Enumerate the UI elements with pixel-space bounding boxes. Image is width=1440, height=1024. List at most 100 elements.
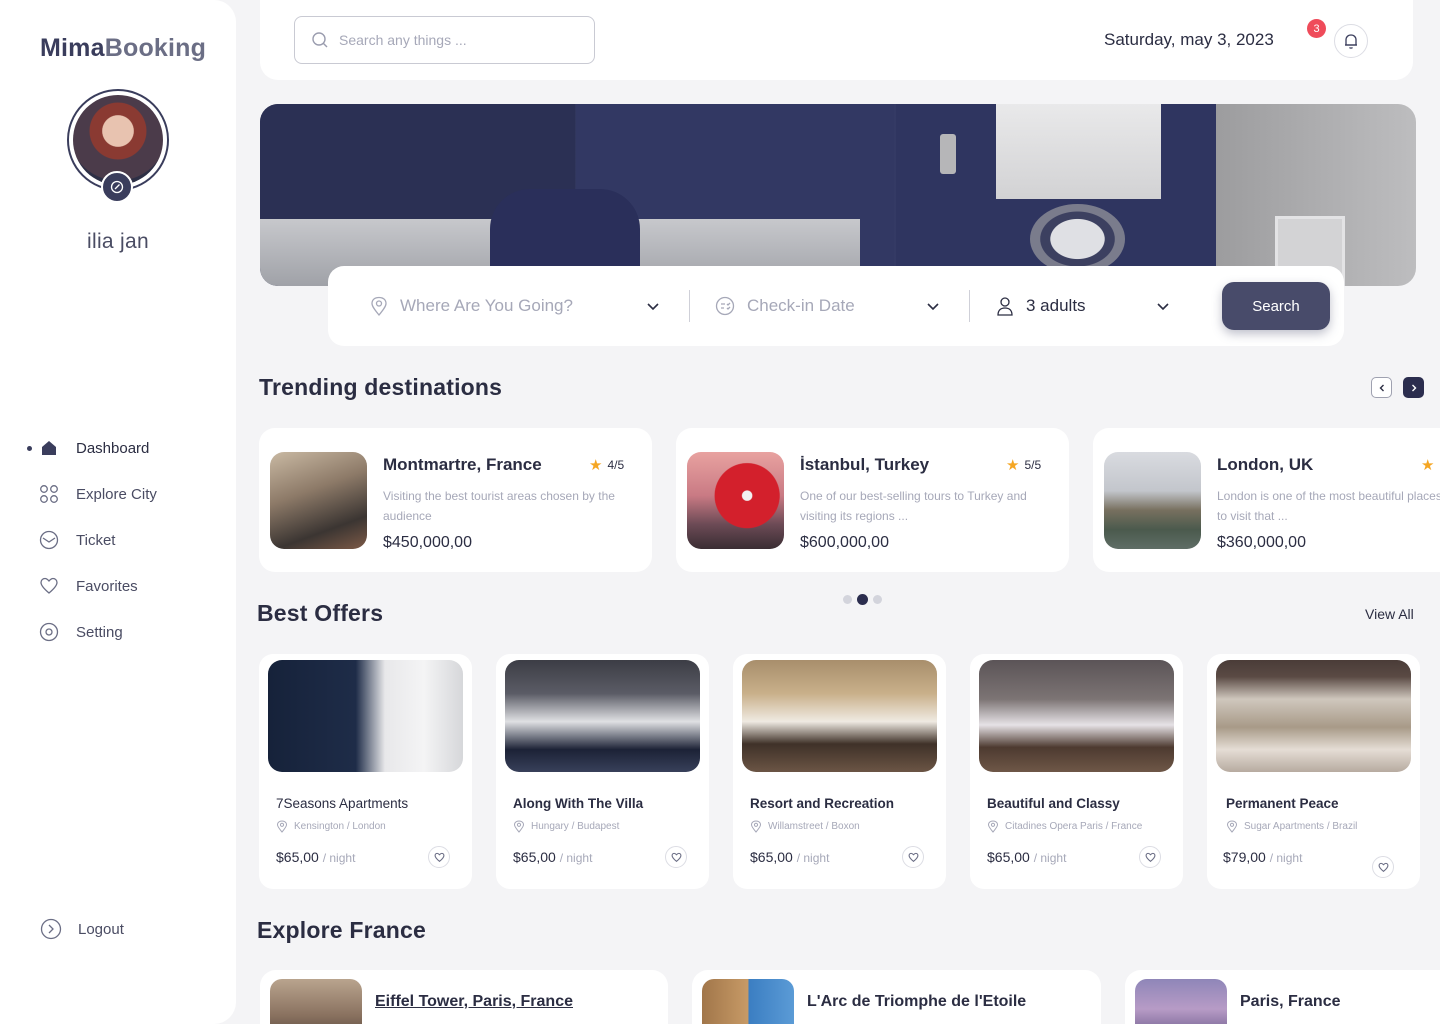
offer-location: Willamstreet / Boxon — [750, 820, 860, 833]
offer-card[interactable]: Permanent Peace Sugar Apartments / Brazi… — [1207, 654, 1420, 889]
chevron-down-icon — [647, 303, 659, 311]
trending-card[interactable]: Montmartre, France ★ 4/5 Visiting the bes… — [259, 428, 652, 572]
trending-next-button[interactable] — [1403, 377, 1424, 398]
trending-card[interactable]: London, UK ★ London is one of the most b… — [1093, 428, 1440, 572]
sidebar-nav: Dashboard Explore City Ticket Favorites … — [0, 425, 236, 655]
trending-card[interactable]: İstanbul, Turkey ★ 5/5 One of our best-se… — [676, 428, 1069, 572]
offer-location-text: Kensington / London — [294, 821, 386, 832]
offer-price-value: $65,00 — [276, 849, 319, 865]
explore-name: Eiffel Tower, Paris, France — [375, 993, 573, 1010]
sidebar-item-label: Ticket — [76, 531, 116, 549]
brand-name-part2: Booking — [104, 34, 207, 62]
carousel-dot[interactable] — [843, 595, 852, 604]
carousel-dot[interactable] — [873, 595, 882, 604]
offer-location: Kensington / London — [276, 820, 386, 833]
edit-avatar-button[interactable] — [101, 171, 133, 203]
location-pin-icon — [513, 820, 525, 833]
offer-location: Sugar Apartments / Brazil — [1226, 820, 1357, 833]
rating-value: 5/5 — [1024, 458, 1042, 472]
location-pin-icon — [276, 820, 288, 833]
favorite-button[interactable] — [902, 846, 924, 868]
trending-description: London is one of the most beautiful plac… — [1217, 489, 1440, 523]
sidebar-item-ticket[interactable]: Ticket — [0, 517, 236, 563]
explore-card[interactable]: Eiffel Tower, Paris, France — [260, 970, 668, 1024]
sidebar-item-label: Favorites — [76, 577, 138, 595]
offer-location-text: Citadines Opera Paris / France — [1005, 821, 1143, 832]
offer-location-text: Hungary / Budapest — [531, 821, 620, 832]
search-input[interactable] — [339, 32, 579, 48]
per-night-label: / night — [559, 851, 593, 865]
edit-icon — [110, 180, 124, 194]
checkin-date-select[interactable]: Check-in Date — [715, 266, 941, 346]
view-all-link[interactable]: View All — [1365, 606, 1414, 622]
search-field[interactable] — [294, 16, 595, 64]
per-night-label: / night — [796, 851, 830, 865]
offer-image — [268, 660, 463, 772]
sidebar-item-setting[interactable]: Setting — [0, 609, 236, 655]
guests-select[interactable]: 3 adults — [996, 266, 1172, 346]
top-bar: Saturday, may 3, 2023 3 — [260, 0, 1413, 80]
offer-image — [505, 660, 700, 772]
hero-lamp-base — [1030, 204, 1125, 274]
destination-select[interactable]: Where Are You Going? — [370, 266, 660, 346]
trending-rating: ★ — [1421, 456, 1439, 474]
booking-filter-bar: Where Are You Going? Check-in Date 3 adu… — [328, 266, 1344, 346]
chevron-down-icon — [1157, 303, 1169, 311]
trending-prev-button[interactable] — [1371, 377, 1392, 398]
offer-title: Resort and Recreation — [750, 796, 895, 811]
offer-card[interactable]: 7Seasons Apartments Kensington / London … — [259, 654, 472, 889]
trending-description: Visiting the best tourist areas chosen b… — [383, 489, 615, 523]
sidebar-item-dashboard[interactable]: Dashboard — [0, 425, 236, 471]
calendar-icon — [715, 296, 735, 316]
notifications-button[interactable] — [1334, 24, 1368, 58]
location-pin-icon — [1226, 820, 1238, 833]
brand-logo[interactable]: MimaBooking — [40, 34, 206, 63]
offer-card[interactable]: Along With The Villa Hungary / Budapest … — [496, 654, 709, 889]
sidebar-item-label: Dashboard — [76, 439, 150, 457]
heart-icon — [38, 575, 60, 597]
trending-name: İstanbul, Turkey — [800, 455, 930, 474]
logout-button[interactable]: Logout — [40, 918, 124, 940]
offer-location-text: Sugar Apartments / Brazil — [1244, 821, 1358, 832]
destination-placeholder: Where Are You Going? — [400, 296, 573, 315]
offer-title: 7Seasons Apartments — [276, 796, 409, 811]
carousel-dot-active[interactable] — [857, 594, 868, 605]
trending-name: London, UK — [1217, 455, 1314, 474]
favorite-button[interactable] — [428, 846, 450, 868]
search-button[interactable]: Search — [1222, 282, 1330, 330]
trending-price: $360,000,00 — [1217, 534, 1306, 551]
favorite-button[interactable] — [665, 846, 687, 868]
favorite-button[interactable] — [1372, 856, 1394, 878]
chevron-right-icon — [1411, 384, 1416, 391]
star-icon: ★ — [589, 457, 603, 474]
explore-card[interactable]: Paris, France — [1125, 970, 1440, 1024]
favorite-button[interactable] — [1139, 846, 1161, 868]
explore-image — [270, 979, 362, 1024]
bell-icon — [1345, 34, 1357, 49]
offer-card[interactable]: Beautiful and Classy Citadines Opera Par… — [970, 654, 1183, 889]
explore-card[interactable]: L'Arc de Triomphe de l'Etoile — [692, 970, 1101, 1024]
offer-price: $65,00 / night — [987, 849, 1066, 865]
user-icon — [997, 297, 1013, 316]
offer-card[interactable]: Resort and Recreation Willamstreet / Box… — [733, 654, 946, 889]
hero-lamp-shade — [996, 104, 1161, 199]
per-night-label: / night — [322, 851, 356, 865]
sidebar-item-favorites[interactable]: Favorites — [0, 563, 236, 609]
offer-price-value: $65,00 — [750, 849, 793, 865]
sidebar-item-explore-city[interactable]: Explore City — [0, 471, 236, 517]
grid-icon — [38, 483, 60, 505]
offer-image — [1216, 660, 1411, 772]
star-icon: ★ — [1421, 457, 1435, 474]
trending-title: Trending destinations — [259, 374, 503, 400]
offer-price-value: $79,00 — [1223, 849, 1266, 865]
trending-image — [270, 452, 367, 549]
hero-sconce — [940, 134, 956, 174]
per-night-label: / night — [1033, 851, 1067, 865]
hero-banner — [260, 104, 1416, 286]
trending-image — [1104, 452, 1201, 549]
trending-price: $450,000,00 — [383, 534, 472, 551]
trending-image — [687, 452, 784, 549]
offer-location: Citadines Opera Paris / France — [987, 820, 1142, 833]
trending-price: $600,000,00 — [800, 534, 889, 551]
trending-rating: ★ 5/5 — [1006, 456, 1041, 474]
